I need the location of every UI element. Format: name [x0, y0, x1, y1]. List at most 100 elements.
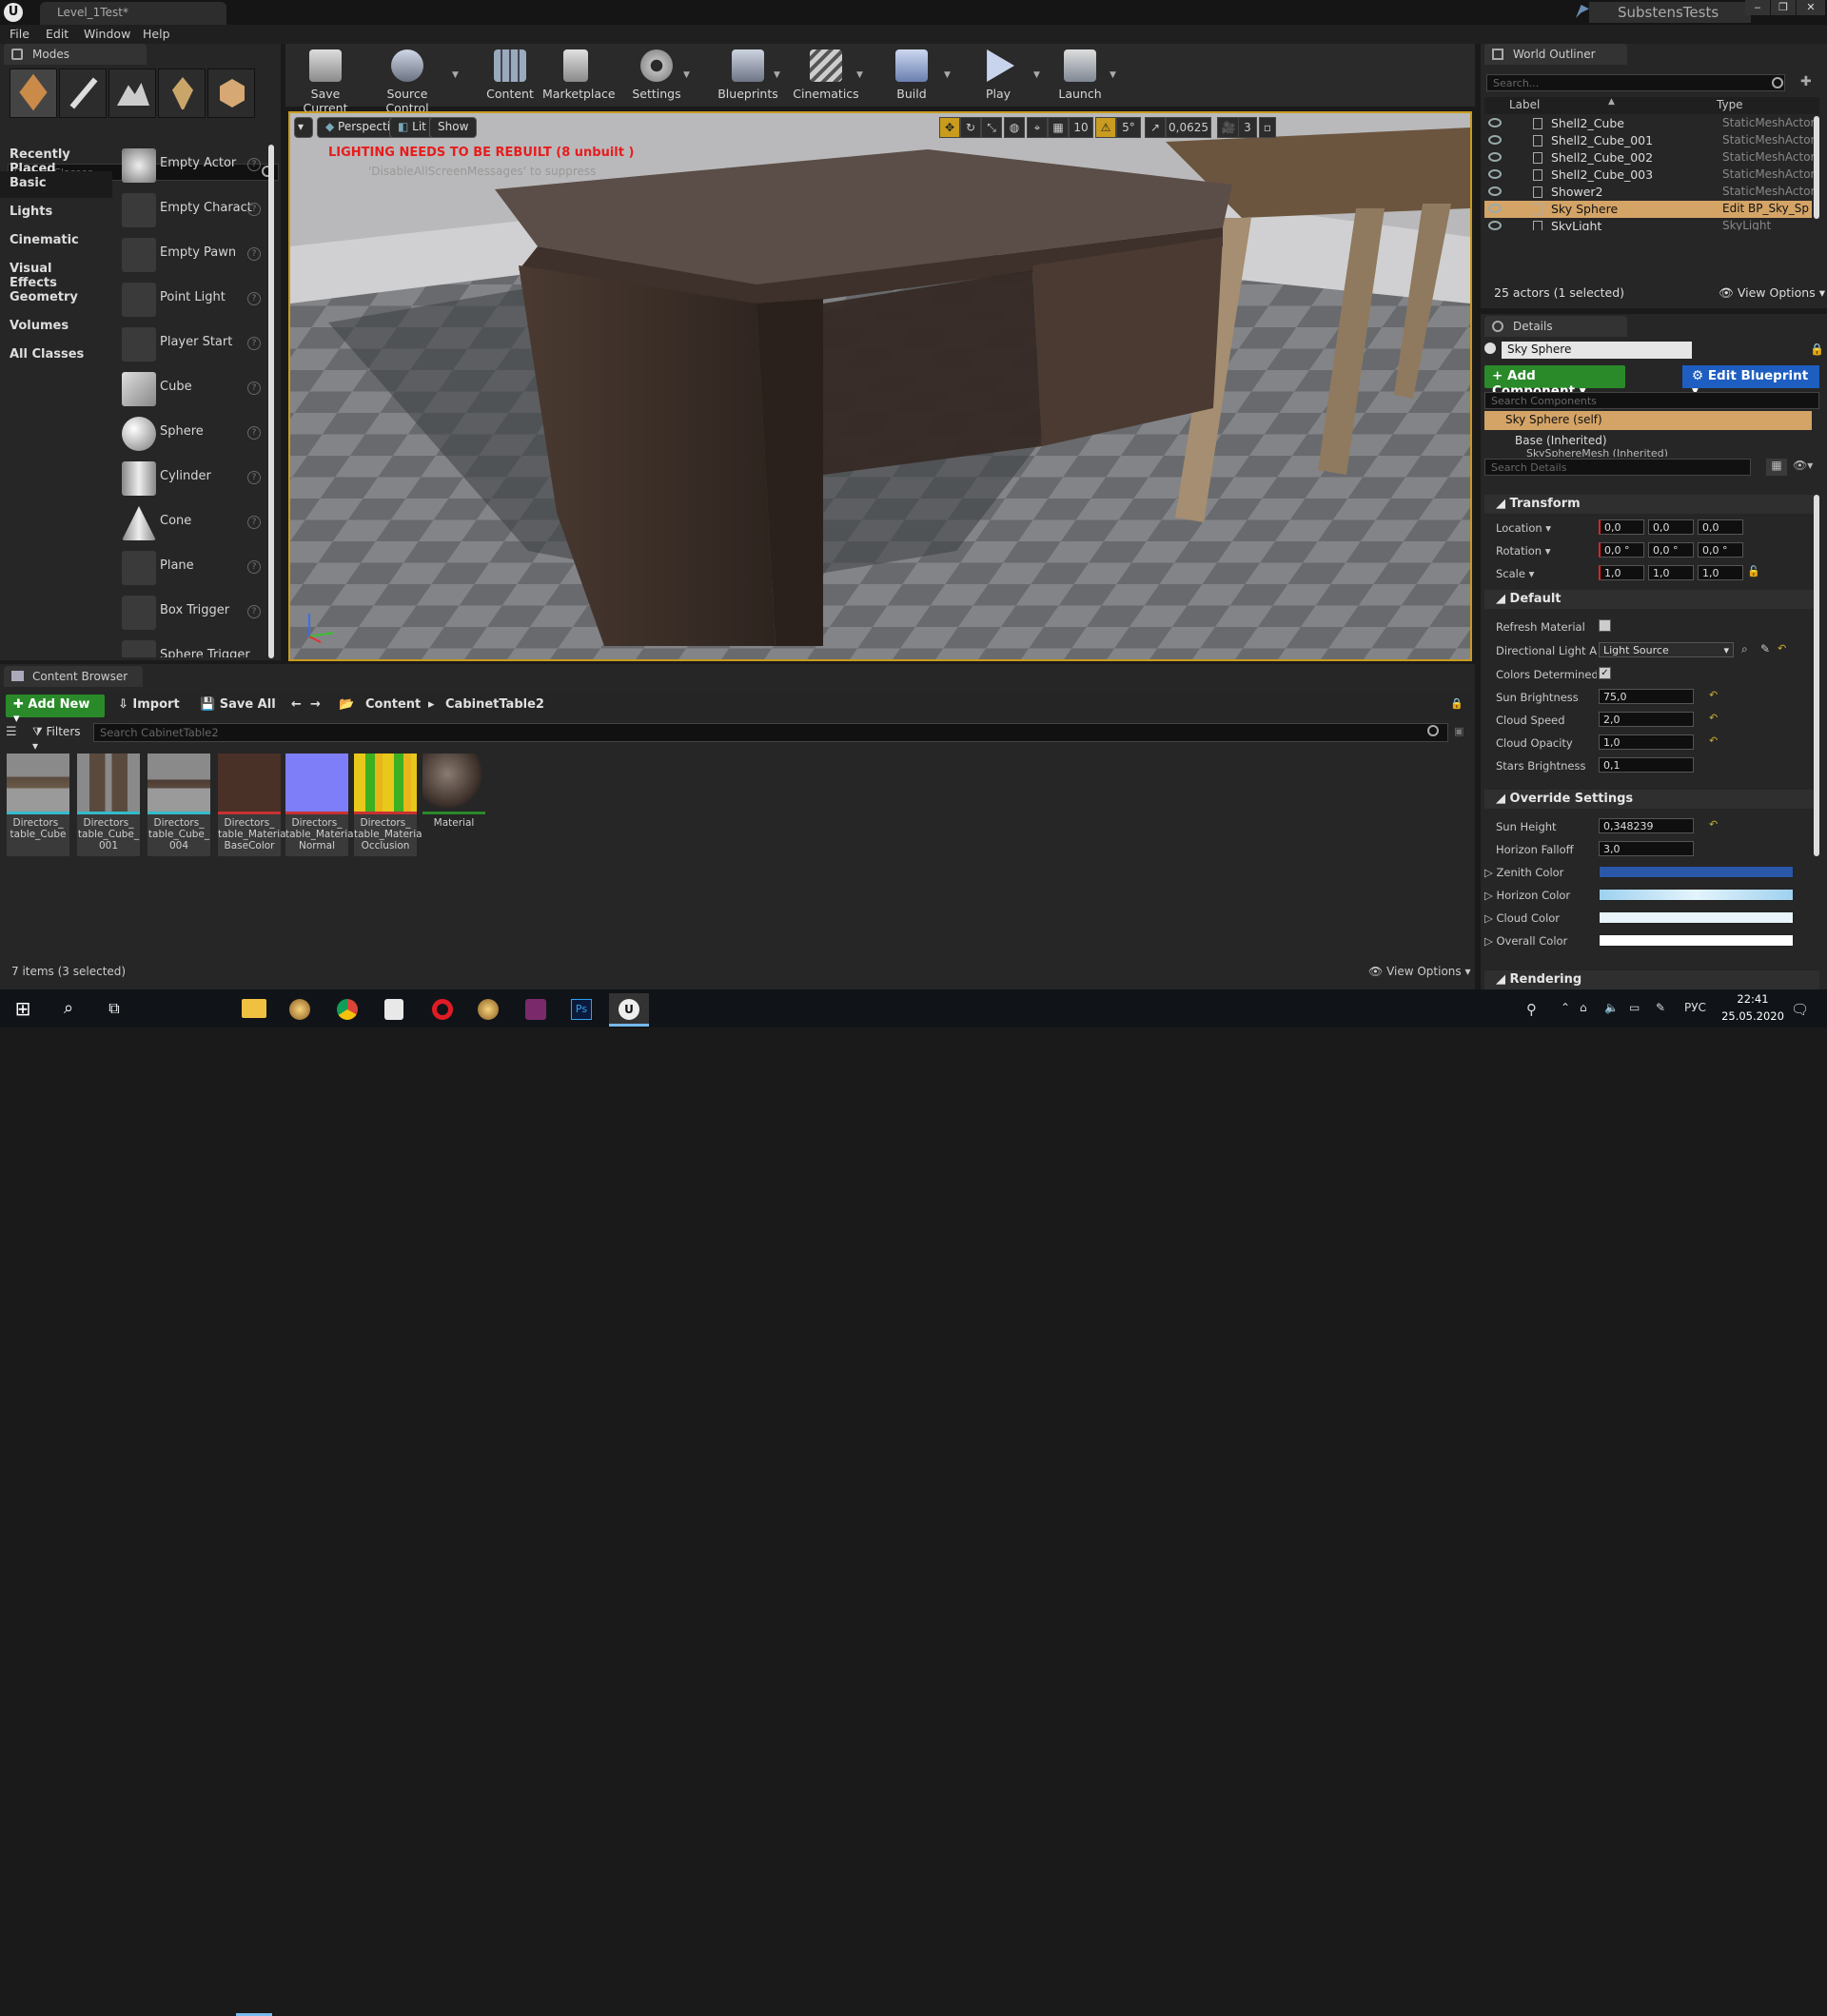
visibility-eye-icon[interactable] [1488, 186, 1502, 196]
column-label[interactable]: Label [1509, 98, 1540, 111]
lit-button[interactable]: ◧ Lit [389, 117, 435, 138]
network-icon[interactable]: ⌂ [1580, 1001, 1587, 1014]
level-tab[interactable]: Level_1Test* [40, 2, 226, 25]
section-override-settings[interactable]: ◢ Override Settings [1484, 790, 1819, 809]
translate-tool-icon[interactable]: ✥ [939, 117, 960, 138]
flag-icon[interactable] [1576, 5, 1589, 18]
reset-icon[interactable]: ↶ [1709, 689, 1718, 701]
level-viewport[interactable]: ▾ ◆ Perspective ◧ Lit Show ✥ ↻ ⤡ ◍ ⌖ ▦ 1… [288, 111, 1472, 661]
menu-edit[interactable]: Edit [46, 27, 69, 41]
class-item-player-start[interactable]: Player Start? [116, 323, 265, 366]
photoshop-icon[interactable]: Ps [571, 999, 592, 1020]
modes-scrollbar[interactable] [268, 145, 274, 658]
notification-icon[interactable]: 🗨 [1791, 1001, 1809, 1018]
paint-mode-button[interactable] [59, 69, 107, 118]
scale-y-field[interactable]: 1,0 [1648, 565, 1694, 580]
blueprints-dropdown[interactable]: ▼ [774, 70, 780, 80]
help-icon[interactable]: ? [247, 426, 261, 440]
rotate-tool-icon[interactable]: ↻ [960, 117, 981, 138]
class-item-cone[interactable]: Cone? [116, 502, 265, 545]
save-search-icon[interactable]: ▣ [1454, 725, 1464, 737]
location-y-field[interactable]: 0,0 [1648, 519, 1694, 535]
location-label[interactable]: Location ▾ [1496, 521, 1551, 535]
scale-lock-icon[interactable]: 🔓 [1747, 565, 1760, 577]
class-item-empty-character[interactable]: Empty Charact? [116, 189, 265, 232]
asset-directors-table-material-occlusion[interactable]: Directors_ table_Material Occlusion [354, 754, 425, 856]
location-z-field[interactable]: 0,0 [1698, 519, 1743, 535]
build-dropdown[interactable]: ▼ [944, 70, 951, 80]
reset-icon[interactable]: ↶ [1709, 734, 1718, 747]
path-cabinet-table[interactable]: CabinetTable2 [445, 697, 544, 712]
class-item-sphere[interactable]: Sphere? [116, 413, 265, 456]
cloud-speed-field[interactable]: 2,0 [1599, 712, 1694, 727]
rotation-x-field[interactable]: 0,0 ° [1599, 542, 1644, 558]
add-component-button[interactable]: + Add Component ▾ [1484, 365, 1625, 399]
substance-icon[interactable] [525, 999, 546, 1020]
show-button[interactable]: Show [429, 117, 478, 138]
asset-directors-table-cube-004[interactable]: Directors_ table_Cube_ 004 [147, 754, 210, 856]
help-icon[interactable]: ? [247, 292, 261, 305]
foliage-mode-button[interactable] [158, 69, 206, 118]
chrome-icon[interactable] [337, 999, 358, 1020]
visibility-eye-icon[interactable] [1488, 118, 1502, 127]
maximize-button[interactable]: ❐ [1771, 0, 1796, 15]
save-all-button[interactable]: 💾 Save All [200, 697, 276, 712]
source-control-button[interactable]: Source Control [367, 46, 447, 115]
tab-world-outliner[interactable]: World Outliner [1484, 44, 1627, 65]
eyedropper-icon[interactable]: ✎ [1760, 642, 1770, 656]
sort-ascending-icon[interactable]: ▲ [1608, 97, 1615, 107]
tab-details[interactable]: Details [1484, 316, 1627, 337]
menu-file[interactable]: File [10, 27, 29, 41]
clock-time[interactable]: 22:41 [1724, 992, 1781, 1006]
visibility-eye-icon[interactable] [1488, 169, 1502, 179]
outliner-row[interactable]: Sky Sphere Edit BP_Sky_Sp [1484, 201, 1812, 218]
outliner-search-input[interactable]: Search... [1486, 74, 1785, 91]
import-button[interactable]: ⇩ Import [118, 697, 180, 712]
cinematics-button[interactable]: Cinematics [792, 46, 860, 105]
horizon-falloff-field[interactable]: 3,0 [1599, 841, 1694, 856]
visibility-eye-icon[interactable] [1488, 152, 1502, 162]
tray-chevron-icon[interactable]: ⌃ [1561, 1001, 1570, 1014]
class-item-plane[interactable]: Plane? [116, 547, 265, 590]
colors-determined-checkbox[interactable]: ✓ [1599, 667, 1611, 679]
source-control-dropdown[interactable]: ▼ [452, 70, 459, 80]
path-content[interactable]: Content [365, 697, 421, 712]
scale-snap-icon[interactable]: ↗ [1145, 117, 1166, 138]
sources-toggle-icon[interactable]: ☰ [6, 725, 17, 739]
outliner-row[interactable]: Shower2 StaticMeshActor [1484, 184, 1815, 201]
outliner-row[interactable]: SkyLight SkyLight [1484, 218, 1812, 230]
class-item-empty-pawn[interactable]: Empty Pawn? [116, 234, 265, 277]
visibility-eye-icon[interactable] [1488, 221, 1502, 230]
help-icon[interactable]: ? [247, 203, 261, 216]
outliner-row[interactable]: Shell2_Cube_003 StaticMeshActor [1484, 166, 1815, 184]
category-lights[interactable]: Lights [0, 200, 112, 226]
details-scrollbar[interactable] [1814, 495, 1819, 856]
section-default[interactable]: ◢ Default [1484, 590, 1819, 609]
app-icon[interactable] [289, 999, 310, 1020]
viewport-options-button[interactable]: ▾ [294, 117, 313, 138]
settings-button[interactable]: Settings [628, 46, 685, 105]
actor-name-input[interactable]: Sky Sphere [1502, 342, 1692, 359]
asset-directors-table-material-basecolor[interactable]: Directors_ table_Material BaseColor [218, 754, 289, 856]
scale-z-field[interactable]: 1,0 [1698, 565, 1743, 580]
scale-label[interactable]: Scale ▾ [1496, 567, 1534, 580]
add-folder-icon[interactable]: ✚ [1800, 74, 1817, 91]
rotation-snap-icon[interactable]: ⚠ [1095, 117, 1116, 138]
outliner-row[interactable]: Shell2_Cube_001 StaticMeshActor [1484, 132, 1815, 149]
launch-button[interactable]: Launch [1051, 46, 1110, 105]
language-indicator[interactable]: РУС [1684, 1001, 1706, 1014]
lock-icon[interactable]: 🔒 [1810, 343, 1824, 356]
asset-directors-table-material-normal[interactable]: Directors_ table_Material Normal [285, 754, 357, 856]
refresh-material-checkbox[interactable] [1599, 619, 1611, 632]
grid-snap-value[interactable]: 10 [1069, 117, 1093, 138]
help-icon[interactable]: ? [247, 382, 261, 395]
category-recently-placed[interactable]: Recently Placed [0, 143, 112, 176]
tab-content-browser[interactable]: Content Browser [4, 666, 143, 687]
settings-dropdown[interactable]: ▼ [683, 70, 690, 80]
start-windows-icon[interactable]: ⊞ [4, 993, 42, 1024]
help-icon[interactable]: ? [247, 471, 261, 484]
reset-icon[interactable]: ↶ [1709, 712, 1718, 724]
component-base[interactable]: Base (Inherited) [1515, 434, 1607, 447]
location-x-field[interactable]: 0,0 [1599, 519, 1644, 535]
add-new-button[interactable]: ✚ Add New ▾ [6, 695, 105, 726]
